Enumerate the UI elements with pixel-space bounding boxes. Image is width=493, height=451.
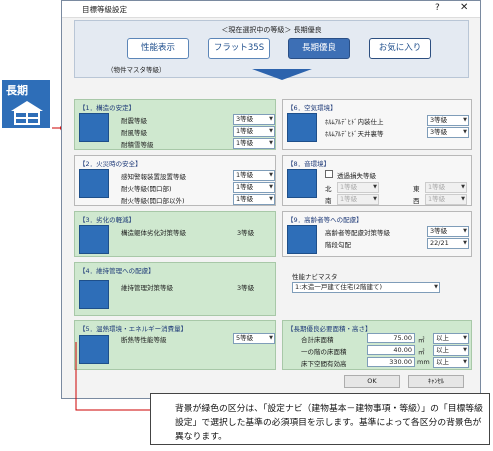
title-bar: 目標等級設定 ? ✕ [62,1,480,18]
down-arrow-icon [252,69,312,80]
section-deterioration: 【3．劣化の軽減】 構造躯体劣化対策等級 3等級 [74,211,276,257]
deterioration-label: 構造躯体劣化対策等級 [121,229,186,237]
snow-select[interactable]: 1等級 [233,138,275,149]
maintenance-label: 維持管理対策等級 [121,284,173,292]
flat35s-button[interactable]: フラット35S [208,38,270,59]
stair-select[interactable]: 22/21 [427,238,469,249]
cancel-button[interactable]: ｷｬﾝｾﾙ [408,375,464,388]
total-floor-input[interactable]: 75.00 [367,333,415,343]
alarm-select[interactable]: 1等級 [233,170,275,181]
fire-other-label: 耐火等級(開口部以外) [121,197,185,205]
east-label: 東 [413,185,420,193]
unit: ㎡ [418,348,425,356]
house-icon [11,101,43,125]
ok-button[interactable]: OK [344,375,400,388]
snow-label: 耐積雪等級 [121,141,154,149]
west-select[interactable]: 1等級 [425,194,467,205]
air-icon [287,113,317,142]
unit: ㎡ [418,336,425,344]
insulation-select[interactable]: 5等級 [233,333,275,344]
property-master-note: （物件マスタ等級） [107,66,166,74]
section-title: 【8．音環境】 [287,160,331,168]
section-title: 【2．火災時の安全】 [79,160,142,168]
maintenance-icon [79,280,109,309]
section-sound: 【8．音環境】 透過損失等級 北 1等級 東 1等級 南 1等級 西 1等級 [282,155,472,206]
callout-connector [75,342,159,413]
structure-icon [79,113,109,142]
section-title: 【長期優良必要面積・高さ】 [287,325,372,333]
section-title: 【9．高齢者等への配慮】 [287,216,363,224]
section-title: 【5．温熱環境・エネルギー消費量】 [79,325,188,333]
navi-master-label: 性能ナビマスタ [292,273,338,281]
fire-opening-label: 耐火等級(開口部) [121,185,172,193]
formaldehyde-interior-label: ﾎﾙﾑｱﾙﾃﾞﾋﾄﾞ内装仕上 [325,118,384,126]
unit: mm [417,358,430,366]
section-elderly: 【9．高齢者等への配慮】 高齢者等配慮対策等級 3等級 階段勾配 22/21 [282,211,472,257]
stair-label: 階段勾配 [325,241,351,249]
seismic-select[interactable]: 3等級 [233,114,275,125]
long-term-badge: 長期 [0,78,52,130]
first-floor-label: 一の階の床面積 [301,348,347,356]
close-button[interactable]: ✕ [460,2,468,13]
transmission-label: 透過損失等級 [337,172,376,180]
formaldehyde-ceiling-select[interactable]: 3等級 [427,127,469,138]
dialog-title: 目標等級設定 [82,5,127,14]
maintenance-value: 3等級 [237,284,255,292]
underfloor-label: 床下空間有効高 [301,360,347,368]
east-select[interactable]: 1等級 [425,182,467,193]
seismic-label: 耐震等級 [121,117,147,125]
total-floor-label: 合計床面積 [301,336,334,344]
south-label: 南 [325,197,332,205]
section-title: 【6．空気環境】 [287,104,337,112]
south-select[interactable]: 1等級 [337,194,379,205]
long-term-button[interactable]: 長期優良 [288,38,350,59]
wind-select[interactable]: 1等級 [233,126,275,137]
favorites-button[interactable]: お気に入り [369,38,431,59]
fire-opening-select[interactable]: 1等級 [233,182,275,193]
first-floor-input[interactable]: 40.00 [367,345,415,355]
deterioration-icon [79,225,109,254]
section-title: 【4．維持管理への配慮】 [79,267,155,275]
navi-master-select[interactable]: 1:木造一戸建て住宅(2階建て) [292,282,440,293]
underfloor-input[interactable]: 330.00 [367,357,415,367]
current-grade-caption: ＜現在選択中の等級＞ 長期優良 [221,26,322,34]
elderly-icon [287,225,317,254]
section-air: 【6．空気環境】 ﾎﾙﾑｱﾙﾃﾞﾋﾄﾞ内装仕上 3等級 ﾎﾙﾑｱﾙﾃﾞﾋﾄﾞ天井… [282,99,472,150]
total-floor-cond-select[interactable]: 以上 [433,333,469,344]
callout-note: 背景が緑色の区分は、「設定ナビ（建物基本－建物事項・等級）」の「目標等級設定」で… [150,393,490,445]
formaldehyde-interior-select[interactable]: 3等級 [427,115,469,126]
badge-label: 長期 [6,84,28,97]
fire-icon [79,169,109,198]
alarm-label: 感知警報装置設置等級 [121,173,186,181]
section-title: 【3．劣化の軽減】 [79,216,136,224]
fire-other-select[interactable]: 1等級 [233,194,275,205]
underfloor-cond-select[interactable]: 以上 [433,357,469,368]
first-floor-cond-select[interactable]: 以上 [433,345,469,356]
formaldehyde-ceiling-label: ﾎﾙﾑｱﾙﾃﾞﾋﾄﾞ天井裏等 [325,130,384,138]
grade-selector-panel: ＜現在選択中の等級＞ 長期優良 性能表示 フラット35S 長期優良 お気に入り … [74,20,469,80]
north-label: 北 [325,185,332,193]
elderly-select[interactable]: 3等級 [427,226,469,237]
section-maintenance: 【4．維持管理への配慮】 維持管理対策等級 3等級 [74,262,276,316]
performance-display-button[interactable]: 性能表示 [127,38,189,59]
deterioration-value: 3等級 [237,229,255,237]
west-label: 西 [413,197,420,205]
sound-icon [287,169,317,198]
elderly-label: 高齢者等配慮対策等級 [325,229,390,237]
north-select[interactable]: 1等級 [337,182,379,193]
wind-label: 耐風等級 [121,129,147,137]
section-title: 【1．構造の安定】 [79,104,136,112]
transmission-checkbox[interactable] [325,170,333,178]
section-area: 【長期優良必要面積・高さ】 合計床面積 75.00 ㎡ 以上 一の階の床面積 4… [282,320,472,370]
section-fire: 【2．火災時の安全】 感知警報装置設置等級 1等級 耐火等級(開口部) 1等級 … [74,155,276,206]
section-structure: 【1．構造の安定】 耐震等級 3等級 耐風等級 1等級 耐積雪等級 1等級 [74,99,276,150]
help-button[interactable]: ? [435,3,440,13]
